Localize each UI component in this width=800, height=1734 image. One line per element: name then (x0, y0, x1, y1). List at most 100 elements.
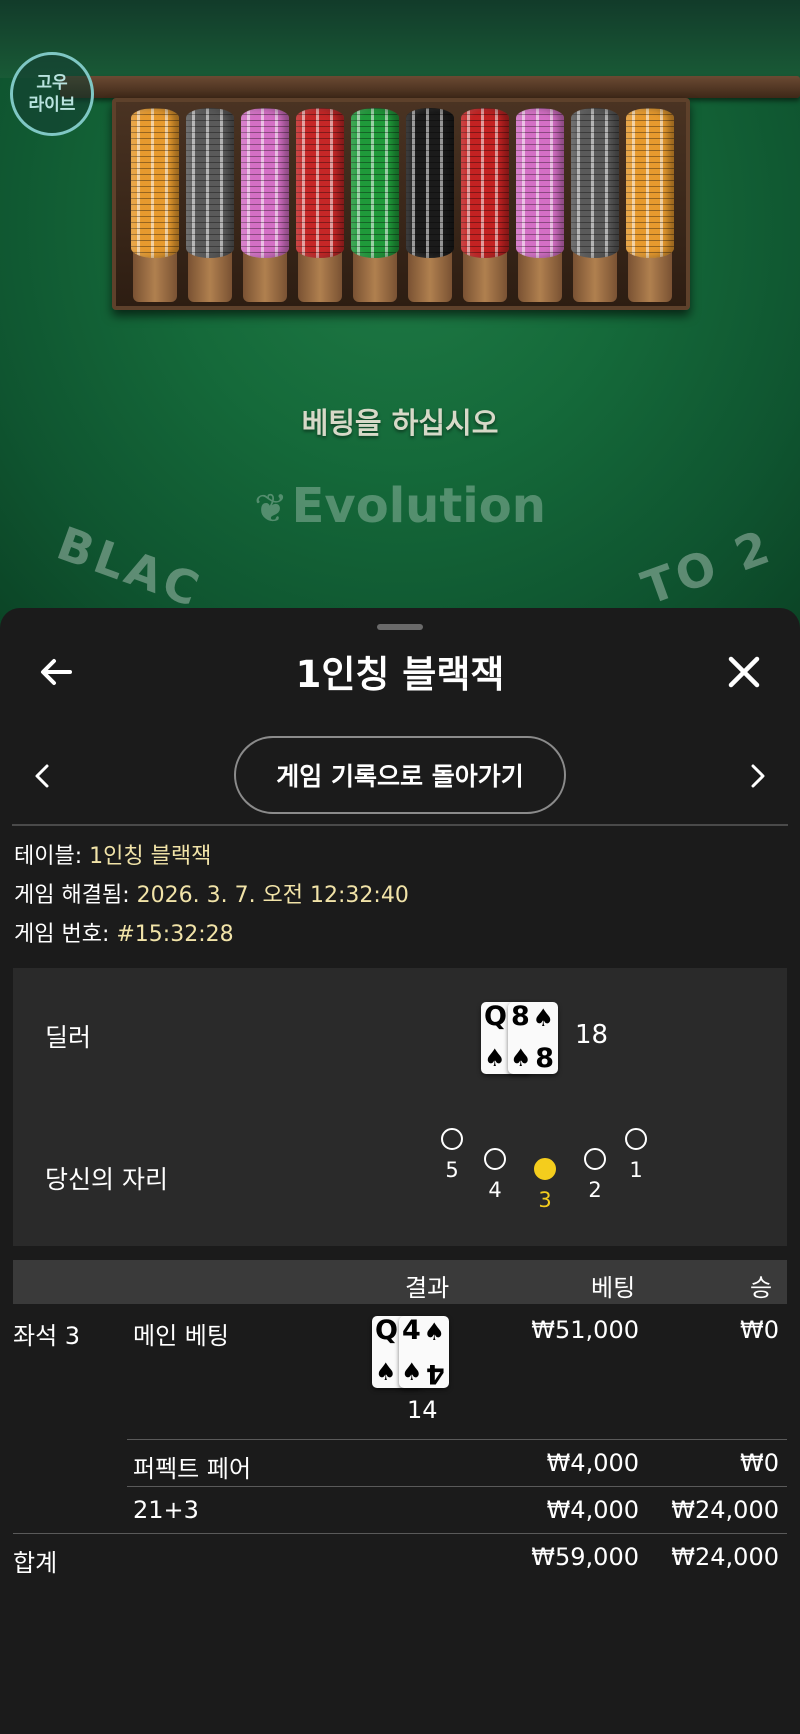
chip-stack (186, 108, 234, 258)
logo-line-2: 라이브 (28, 95, 76, 115)
row-divider (127, 1439, 787, 1440)
card-rank: Q (484, 1001, 507, 1032)
game-history-sheet: 1인칭 블랙잭 게임 기록으로 돌아가기 테이블: 1인칭 블랙잭 게임 해결됨… (0, 608, 800, 1734)
card-rank: 8 (535, 1043, 554, 1074)
logo-line-1: 고우 (36, 73, 68, 93)
header-result: 결과 (405, 1274, 450, 1302)
table-info: 테이블: 1인칭 블랙잭 (14, 842, 211, 872)
previous-game-button[interactable] (28, 758, 56, 794)
seat-number: 2 (588, 1178, 602, 1202)
row-divider (127, 1486, 787, 1487)
win-amount: ₩0 (740, 1316, 779, 1344)
bet-name: 메인 베팅 (133, 1322, 229, 1350)
chip-stack (571, 108, 619, 258)
total-win: ₩24,000 (671, 1543, 779, 1571)
spade-icon: ♠ (423, 1318, 445, 1346)
dealer-label: 딜러 (45, 1023, 92, 1052)
chip-column (570, 108, 620, 302)
seat-number: 1 (629, 1158, 643, 1182)
bet-name: 퍼펙트 페어 (133, 1455, 252, 1483)
player-total: 14 (407, 1396, 438, 1424)
chip-column (350, 108, 400, 302)
chip-stack (241, 108, 289, 258)
chip-column (625, 108, 675, 302)
table-info-label: 테이블: (14, 844, 90, 869)
seat-4: 4 (475, 1148, 515, 1202)
seat-2: 2 (575, 1148, 615, 1202)
seat-number: 4 (488, 1178, 502, 1202)
chip-stack (516, 108, 564, 258)
table-info-value: 1인칭 블랙잭 (89, 844, 212, 869)
chip-column (185, 108, 235, 302)
chip-column (295, 108, 345, 302)
divider (12, 824, 788, 826)
seat-1: 1 (616, 1128, 656, 1182)
game-video-area: 고우 라이브 베팅을 하십시오 ❦Evolution BLAC TO 2 (0, 0, 800, 640)
chip-column (240, 108, 290, 302)
provider-logo-text: Evolution (291, 478, 546, 534)
resolved-info-label: 게임 해결됨: (14, 883, 137, 908)
bet-name: 21+3 (133, 1496, 199, 1524)
chip-tray (112, 98, 690, 310)
spade-icon: ♠ (532, 1004, 554, 1032)
evolution-leaf-icon: ❦ (254, 486, 288, 532)
chip-stack (461, 108, 509, 258)
table-rail (0, 0, 800, 78)
seat-number: 5 (445, 1158, 459, 1182)
back-to-history-button[interactable]: 게임 기록으로 돌아가기 (234, 736, 566, 814)
chip-stack (131, 108, 179, 258)
seat-5: 5 (432, 1128, 472, 1182)
game-number-value: #15:32:28 (116, 922, 234, 947)
seat-3-selected: 3 (525, 1158, 565, 1212)
total-bet: ₩59,000 (531, 1543, 639, 1571)
chip-stack (296, 108, 344, 258)
spade-icon: ♠ (375, 1358, 397, 1386)
chip-stack (351, 108, 399, 258)
seat-number: 3 (538, 1188, 552, 1212)
resolved-info: 게임 해결됨: 2026. 3. 7. 오전 12:32:40 (14, 881, 409, 911)
bets-table-header: 결과 베팅 승 (13, 1260, 787, 1304)
drag-handle[interactable] (377, 624, 423, 630)
bet-amount: ₩4,000 (546, 1496, 639, 1524)
card-rank: 4 (402, 1315, 421, 1346)
total-label: 합계 (13, 1549, 58, 1577)
spade-icon: ♠ (510, 1044, 532, 1072)
chip-stack (626, 108, 674, 258)
chip-column (130, 108, 180, 302)
header-bet: 베팅 (591, 1274, 636, 1302)
row-divider (13, 1533, 787, 1534)
wood-rail (60, 76, 800, 98)
your-seat-label: 당신의 자리 (45, 1165, 168, 1194)
resolved-info-value: 2026. 3. 7. 오전 12:32:40 (136, 883, 409, 908)
game-number-label: 게임 번호: (14, 922, 117, 947)
game-number-info: 게임 번호: #15:32:28 (14, 920, 234, 950)
chip-column (515, 108, 565, 302)
seat-label: 좌석 3 (13, 1322, 81, 1350)
chevron-right-icon (751, 764, 765, 788)
provider-logo: ❦Evolution (0, 478, 800, 534)
seat-dot (484, 1148, 506, 1170)
sheet-title: 1인칭 블랙잭 (295, 653, 505, 696)
seat-dot (441, 1128, 463, 1150)
bet-amount: ₩4,000 (546, 1449, 639, 1477)
close-button[interactable] (724, 652, 764, 692)
brand-logo: 고우 라이브 (10, 52, 94, 136)
card-rank: 8 (511, 1001, 530, 1032)
close-icon (728, 656, 760, 688)
card-rank: Q (375, 1315, 398, 1346)
playing-card: 8 ♠ ♠ 8 (508, 1002, 558, 1074)
dealer-total: 18 (575, 1020, 609, 1050)
bet-prompt: 베팅을 하십시오 (301, 406, 499, 440)
chip-column (460, 108, 510, 302)
chip-stack (406, 108, 454, 258)
next-game-button[interactable] (744, 758, 772, 794)
bet-amount: ₩51,000 (531, 1316, 639, 1344)
round-result-panel: 딜러 Q ♠ 8 ♠ ♠ 8 18 당신의 자리 5 4 3 2 1 (13, 968, 787, 1246)
spade-icon: ♠ (484, 1044, 506, 1072)
seat-dot (625, 1128, 647, 1150)
spade-icon: ♠ (401, 1358, 423, 1386)
win-amount: ₩0 (740, 1449, 779, 1477)
card-rank: 4 (426, 1358, 445, 1389)
win-amount: ₩24,000 (671, 1496, 779, 1524)
seat-dot-selected (534, 1158, 556, 1180)
